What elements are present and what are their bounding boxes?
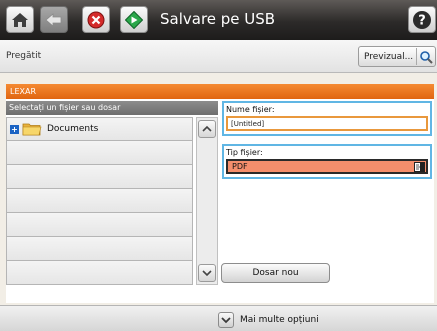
list-item[interactable] bbox=[6, 213, 193, 237]
more-options-label[interactable]: Mai multe opțiuni bbox=[240, 315, 319, 325]
main-panel: LEXAR Selectați un fișier sau dosar + Do… bbox=[6, 84, 434, 303]
list-item-label: Documents bbox=[47, 124, 99, 134]
file-list: + Documents bbox=[6, 117, 193, 285]
list-item[interactable]: + Documents bbox=[6, 117, 193, 141]
scroll-up-button[interactable] bbox=[198, 120, 216, 138]
more-options-button[interactable] bbox=[218, 312, 234, 328]
stop-icon bbox=[87, 11, 105, 28]
list-item[interactable] bbox=[6, 141, 193, 165]
folder-icon bbox=[22, 123, 42, 136]
list-item[interactable] bbox=[6, 165, 193, 189]
status-bar: Pregătit Previzual... bbox=[0, 40, 437, 73]
back-icon bbox=[45, 12, 62, 27]
bottom-bar: Mai multe opțiuni bbox=[0, 305, 437, 331]
svg-text:?: ? bbox=[418, 13, 426, 28]
file-name-group: Nume fișier: [Untitled] bbox=[222, 101, 432, 136]
file-name-label: Nume fișier: bbox=[226, 105, 275, 114]
file-type-select[interactable]: PDF bbox=[226, 159, 428, 174]
preview-button[interactable]: Previzual... bbox=[358, 46, 436, 67]
page-title: Salvare pe USB bbox=[160, 10, 276, 28]
list-item[interactable] bbox=[6, 189, 193, 213]
list-item[interactable] bbox=[6, 237, 193, 261]
file-type-value: PDF bbox=[232, 162, 248, 171]
file-name-field[interactable]: [Untitled] bbox=[226, 116, 428, 131]
scrollbar[interactable] bbox=[196, 117, 218, 285]
document-icon bbox=[414, 162, 425, 172]
scroll-down-icon bbox=[202, 270, 212, 277]
home-icon bbox=[12, 12, 28, 27]
scroll-down-button[interactable] bbox=[198, 264, 216, 282]
file-type-label: Tip fișier: bbox=[226, 148, 263, 157]
new-folder-button[interactable]: Dosar nou bbox=[221, 263, 330, 283]
help-icon: ? bbox=[413, 10, 431, 29]
back-button[interactable] bbox=[40, 6, 68, 33]
help-button[interactable]: ? bbox=[408, 6, 436, 33]
file-list-header: Selectați un fișier sau dosar bbox=[6, 101, 218, 115]
device-header: LEXAR bbox=[6, 84, 434, 99]
expand-icon[interactable]: + bbox=[10, 124, 19, 134]
search-icon bbox=[419, 50, 433, 64]
stop-button[interactable] bbox=[82, 6, 110, 33]
home-button[interactable] bbox=[6, 6, 34, 33]
start-button[interactable] bbox=[120, 6, 148, 33]
file-browser: Selectați un fișier sau dosar + Document… bbox=[6, 101, 218, 301]
scroll-up-icon bbox=[202, 125, 212, 132]
start-icon bbox=[125, 10, 143, 29]
file-type-group: Tip fișier: PDF bbox=[222, 144, 432, 179]
preview-label: Previzual... bbox=[364, 51, 414, 62]
status-text: Pregătit bbox=[6, 51, 42, 61]
list-item[interactable] bbox=[6, 261, 193, 285]
title-bar: Salvare pe USB ? bbox=[0, 0, 437, 40]
chevron-down-icon bbox=[221, 317, 231, 324]
